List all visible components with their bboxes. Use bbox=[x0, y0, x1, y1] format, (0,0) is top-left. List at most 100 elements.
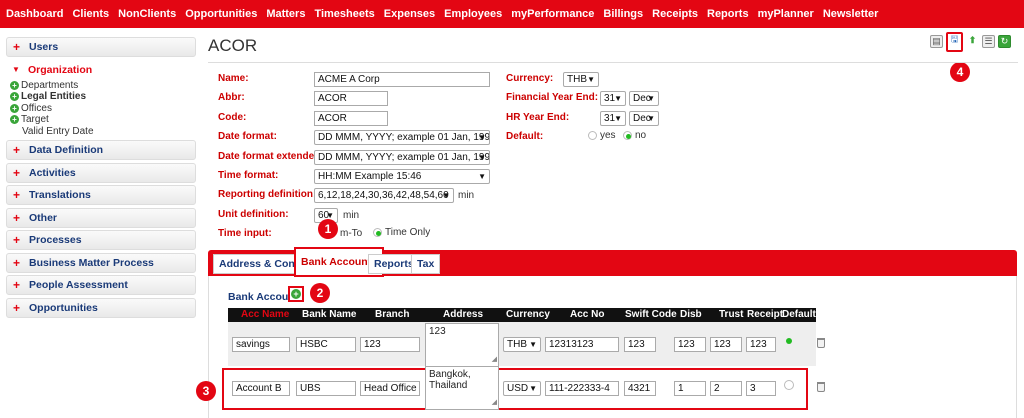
acc-name-input[interactable]: Account B bbox=[232, 381, 290, 396]
address-textarea[interactable]: Bangkok, Thailand ◢ bbox=[425, 366, 499, 410]
step-badge-4: 4 bbox=[950, 62, 970, 82]
plus-icon: + bbox=[13, 255, 21, 270]
trash-icon[interactable] bbox=[817, 382, 825, 392]
default-yes-option[interactable]: yes bbox=[588, 130, 616, 141]
address-textarea[interactable]: 123 ◢ bbox=[425, 323, 499, 367]
sidebar-subitem-target[interactable]: + Target bbox=[10, 114, 196, 126]
code-field[interactable]: ACOR bbox=[314, 111, 388, 126]
nav-expenses[interactable]: Expenses bbox=[384, 8, 435, 20]
sidebar-item-data-definition[interactable]: + Data Definition bbox=[6, 140, 196, 160]
nav-clients[interactable]: Clients bbox=[72, 8, 109, 20]
option-label: yes bbox=[600, 130, 616, 141]
branch-input[interactable]: Head Office bbox=[360, 381, 420, 396]
sidebar-item-label: Organization bbox=[28, 63, 93, 76]
acc-no-input[interactable]: 111-222333-4 bbox=[545, 381, 619, 396]
hr-month-select[interactable]: Dec ▼ bbox=[629, 111, 659, 126]
reporting-definition-label: Reporting definition: bbox=[218, 189, 317, 200]
branch-input[interactable]: 123 bbox=[360, 337, 420, 352]
nav-myplanner[interactable]: myPlanner bbox=[758, 8, 814, 20]
print-icon[interactable]: ▤ bbox=[930, 35, 943, 48]
nav-opportunities[interactable]: Opportunities bbox=[185, 8, 257, 20]
bank-name-input[interactable]: UBS bbox=[296, 381, 356, 396]
sidebar-item-business-matter-process[interactable]: + Business Matter Process bbox=[6, 252, 196, 273]
disb-input[interactable]: 1 bbox=[674, 381, 706, 396]
sidebar-subitem-valid-entry-date[interactable]: Valid Entry Date bbox=[10, 126, 196, 138]
disb-input[interactable]: 123 bbox=[674, 337, 706, 352]
trust-input[interactable]: 2 bbox=[710, 381, 742, 396]
currency-select[interactable]: THB ▼ bbox=[503, 337, 541, 352]
trash-icon[interactable] bbox=[817, 338, 825, 348]
sidebar-item-people-assessment[interactable]: + People Assessment bbox=[6, 275, 196, 295]
sidebar-item-label: Business Matter Process bbox=[29, 256, 154, 269]
date-format-select[interactable]: DD MMM, YYYY; example 01 Jan, 1999 ▼ bbox=[314, 130, 490, 145]
sidebar-item-processes[interactable]: + Processes bbox=[6, 230, 196, 250]
fye-day-select[interactable]: 31 ▼ bbox=[600, 91, 626, 106]
bank-name-input[interactable]: HSBC bbox=[296, 337, 356, 352]
date-format-extended-select[interactable]: DD MMM, YYYY; example 01 Jan, 1999 ▼ bbox=[314, 150, 490, 165]
unit-definition-label: Unit definition: bbox=[218, 209, 289, 220]
header-receipt: Receipt bbox=[747, 309, 784, 320]
sidebar-item-activities[interactable]: + Activities bbox=[6, 162, 196, 183]
default-radio-empty[interactable] bbox=[784, 380, 794, 390]
resize-grip-icon[interactable]: ◢ bbox=[492, 354, 497, 365]
nav-reports[interactable]: Reports bbox=[707, 8, 749, 20]
default-no-option[interactable]: no bbox=[623, 130, 646, 141]
nav-timesheets[interactable]: Timesheets bbox=[314, 8, 374, 20]
sidebar-item-users[interactable]: + Users bbox=[6, 37, 196, 57]
header-address: Address bbox=[443, 309, 484, 320]
name-field[interactable]: ACME A Corp bbox=[314, 72, 490, 87]
nav-myperformance[interactable]: myPerformance bbox=[511, 8, 594, 20]
arrow-up-icon[interactable]: ⬆ bbox=[966, 35, 979, 48]
nav-newsletter[interactable]: Newsletter bbox=[823, 8, 879, 20]
trust-input[interactable]: 123 bbox=[710, 337, 742, 352]
save-icon[interactable]: 🖫 bbox=[946, 32, 963, 52]
list-icon[interactable]: ☰ bbox=[982, 35, 995, 48]
receipt-input[interactable]: 3 bbox=[746, 381, 776, 396]
select-value: HH:MM Example 15:46 bbox=[318, 171, 422, 182]
nav-matters[interactable]: Matters bbox=[266, 8, 305, 20]
select-value: 6,12,18,24,30,36,42,48,54,60 bbox=[318, 190, 449, 201]
chevron-down-icon: ▼ bbox=[529, 340, 537, 349]
select-value: THB bbox=[567, 74, 587, 85]
swift-code-input[interactable]: 4321 bbox=[624, 381, 656, 396]
nav-nonclients[interactable]: NonClients bbox=[118, 8, 176, 20]
acc-no-input[interactable]: 12313123 bbox=[545, 337, 619, 352]
resize-grip-icon[interactable]: ◢ bbox=[492, 397, 497, 408]
acc-name-input[interactable]: savings bbox=[232, 337, 290, 352]
refresh-icon[interactable]: ↻ bbox=[998, 35, 1011, 48]
sidebar-item-other[interactable]: + Other bbox=[6, 207, 196, 228]
swift-code-input[interactable]: 123 bbox=[624, 337, 656, 352]
hr-day-select[interactable]: 31 ▼ bbox=[600, 111, 626, 126]
nav-employees[interactable]: Employees bbox=[444, 8, 502, 20]
sidebar-subitem-offices[interactable]: + Offices bbox=[10, 103, 196, 115]
time-input-from-to-option[interactable]: m-To bbox=[340, 228, 362, 239]
nav-billings[interactable]: Billings bbox=[603, 8, 643, 20]
sidebar-subitem-legal-entities[interactable]: + Legal Entities bbox=[10, 91, 196, 103]
reporting-definition-select[interactable]: 6,12,18,24,30,36,42,48,54,60 ▼ bbox=[314, 188, 454, 203]
nav-dashboard[interactable]: Dashboard bbox=[6, 8, 63, 20]
unit-unit: min bbox=[343, 210, 360, 221]
subitem-label: Departments bbox=[21, 79, 79, 91]
abbr-field[interactable]: ACOR bbox=[314, 91, 388, 106]
currency-label: Currency: bbox=[506, 73, 554, 84]
time-format-select[interactable]: HH:MM Example 15:46 ▼ bbox=[314, 169, 490, 184]
subitem-label: Offices bbox=[21, 102, 52, 114]
currency-select[interactable]: THB ▼ bbox=[563, 72, 599, 87]
add-bank-account-button[interactable]: + bbox=[288, 286, 304, 302]
chevron-down-icon: ▼ bbox=[478, 172, 486, 181]
tab-tax[interactable]: Tax bbox=[411, 254, 441, 274]
sidebar-item-translations[interactable]: + Translations bbox=[6, 185, 196, 205]
sidebar-item-opportunities[interactable]: + Opportunities bbox=[6, 297, 196, 318]
time-input-time-only-option[interactable]: Time Only bbox=[373, 227, 430, 238]
sidebar-item-organization[interactable]: ▼ Organization bbox=[6, 60, 196, 80]
header-swift-code: Swift Code bbox=[625, 309, 677, 320]
fye-month-select[interactable]: Dec ▼ bbox=[629, 91, 659, 106]
select-value: DD MMM, YYYY; example 01 Jan, 1999 bbox=[318, 152, 490, 163]
sidebar-subitem-departments[interactable]: + Departments bbox=[10, 80, 196, 92]
currency-select[interactable]: USD ▼ bbox=[503, 381, 541, 396]
plus-icon: + bbox=[13, 40, 21, 54]
nav-receipts[interactable]: Receipts bbox=[652, 8, 698, 20]
default-radio-selected[interactable] bbox=[786, 338, 792, 344]
receipt-input[interactable]: 123 bbox=[746, 337, 776, 352]
step-badge-1: 1 bbox=[318, 219, 338, 239]
